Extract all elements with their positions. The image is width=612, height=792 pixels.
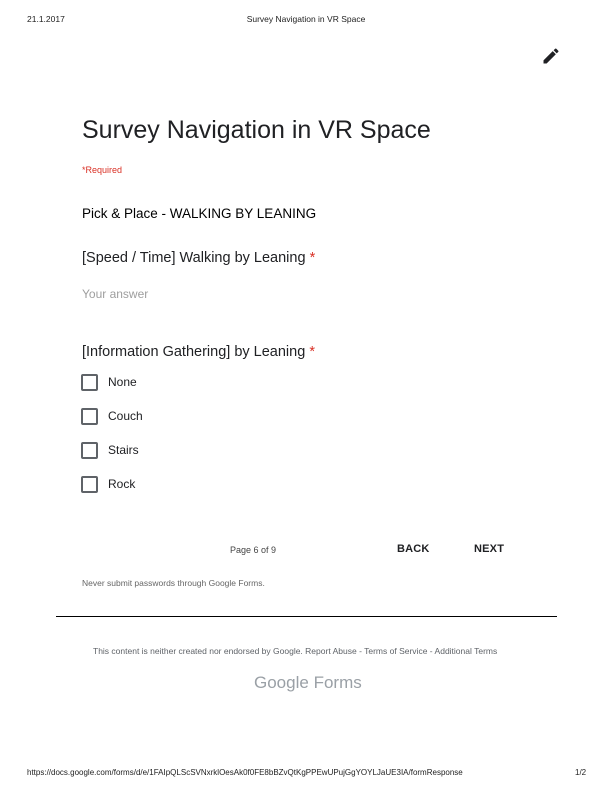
question-information-gathering-title: [Information Gathering] by Leaning * bbox=[82, 344, 315, 360]
next-button[interactable]: NEXT bbox=[474, 543, 504, 555]
separator: - bbox=[429, 646, 433, 656]
checkbox-unchecked-icon[interactable] bbox=[81, 407, 98, 425]
print-url: https://docs.google.com/forms/d/e/1FAIpQ… bbox=[27, 768, 463, 777]
print-doc-title: Survey Navigation in VR Space bbox=[246, 14, 366, 24]
checkbox-label: Rock bbox=[108, 477, 136, 491]
checkbox-label: Stairs bbox=[108, 443, 139, 457]
password-warning: Never submit passwords through Google Fo… bbox=[82, 578, 265, 588]
separator: - bbox=[359, 646, 362, 656]
footer-disclaimer: This content is neither created nor endo… bbox=[93, 646, 497, 656]
divider bbox=[56, 616, 557, 617]
checkbox-option-none[interactable]: None bbox=[81, 372, 137, 392]
logo-forms: Forms bbox=[313, 673, 362, 692]
required-star: * bbox=[309, 344, 315, 360]
google-forms-logo[interactable]: Google Forms bbox=[254, 673, 362, 693]
checkbox-option-stairs[interactable]: Stairs bbox=[81, 440, 139, 460]
page-indicator: Page 6 of 9 bbox=[230, 545, 277, 555]
checkbox-label: Couch bbox=[108, 409, 143, 423]
section-title: Pick & Place - WALKING BY LEANING bbox=[82, 206, 317, 221]
report-abuse-link[interactable]: Report Abuse bbox=[305, 646, 357, 656]
edit-response-button[interactable] bbox=[541, 46, 561, 66]
pencil-icon bbox=[543, 48, 559, 64]
checkbox-unchecked-icon[interactable] bbox=[81, 441, 98, 459]
print-page-number: 1/2 bbox=[575, 768, 587, 777]
question-label: [Speed / Time] Walking by Leaning bbox=[82, 250, 306, 266]
required-star: * bbox=[309, 250, 316, 266]
back-button[interactable]: BACK bbox=[397, 543, 430, 555]
checkbox-label: None bbox=[108, 375, 137, 389]
checkbox-unchecked-icon[interactable] bbox=[81, 475, 98, 493]
answer-underline bbox=[82, 304, 282, 305]
required-note: *Required bbox=[82, 165, 123, 175]
additional-terms-link[interactable]: Additional Terms bbox=[435, 646, 498, 656]
terms-of-service-link[interactable]: Terms of Service bbox=[364, 646, 427, 656]
logo-google: Google bbox=[254, 673, 309, 692]
speed-time-answer-input[interactable] bbox=[82, 285, 282, 303]
question-label: [Information Gathering] by Leaning bbox=[82, 344, 306, 360]
checkbox-option-rock[interactable]: Rock bbox=[81, 474, 135, 494]
checkbox-option-couch[interactable]: Couch bbox=[81, 406, 143, 426]
question-speed-time-title: [Speed / Time] Walking by Leaning * bbox=[82, 250, 315, 266]
checkbox-unchecked-icon[interactable] bbox=[81, 373, 98, 391]
disclaimer-text: This content is neither created nor endo… bbox=[93, 646, 303, 656]
form-title: Survey Navigation in VR Space bbox=[82, 116, 431, 144]
